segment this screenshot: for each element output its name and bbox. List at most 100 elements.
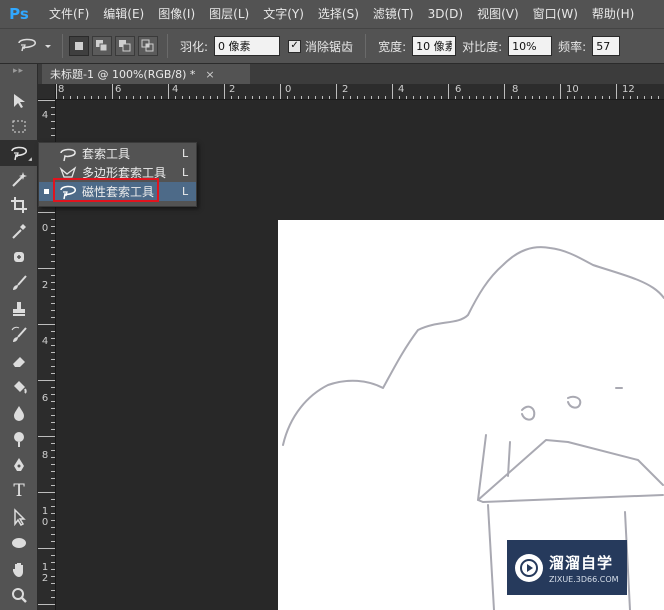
pen-tool[interactable] bbox=[0, 452, 38, 478]
hand-tool[interactable] bbox=[0, 556, 38, 582]
ruler-h-label: 10 bbox=[566, 84, 579, 95]
width-input[interactable] bbox=[412, 36, 457, 56]
ruler-v-label: 4 bbox=[41, 336, 49, 347]
flyout-item-label: 套索工具 bbox=[82, 147, 131, 161]
contrast-input[interactable] bbox=[508, 36, 553, 56]
clone-stamp-tool[interactable] bbox=[0, 296, 38, 322]
eraser-icon bbox=[13, 357, 25, 367]
document-tab[interactable]: 未标题-1 @ 100%(RGB/8) * × bbox=[42, 64, 250, 84]
paint-bucket-icon bbox=[14, 381, 27, 394]
ruler-v-label: 2 bbox=[41, 280, 49, 291]
history-brush-tool[interactable] bbox=[0, 322, 38, 348]
flyout-item-shortcut: L bbox=[182, 185, 189, 198]
subtract-from-selection-button[interactable] bbox=[115, 36, 135, 56]
eyedropper-icon bbox=[12, 224, 26, 239]
path-selection-tool[interactable] bbox=[0, 504, 38, 530]
crop-tool[interactable] bbox=[0, 192, 38, 218]
watermark-title: 溜溜自学 bbox=[549, 553, 614, 572]
antialias-label: 消除锯齿 bbox=[305, 39, 354, 54]
ruler-v-label: 6 bbox=[41, 393, 49, 404]
toolbar-grip[interactable]: ▸▸ bbox=[0, 64, 37, 78]
menu-select[interactable]: 选择(S) bbox=[311, 0, 366, 28]
current-tool-indicator bbox=[44, 189, 49, 194]
flyout-item-lasso[interactable]: 套索工具 L bbox=[39, 144, 196, 163]
blur-tool[interactable] bbox=[0, 400, 38, 426]
options-separator bbox=[167, 34, 168, 58]
menu-3d[interactable]: 3D(D) bbox=[421, 0, 470, 28]
menu-view[interactable]: 视图(V) bbox=[470, 0, 526, 28]
watermark: 溜溜自学 ZIXUE.3D66.COM bbox=[507, 540, 627, 595]
add-to-selection-button[interactable] bbox=[92, 36, 112, 56]
stamp-icon bbox=[13, 302, 25, 316]
add-selection-icon bbox=[96, 40, 108, 52]
photoshop-logo: Ps bbox=[9, 5, 29, 23]
antialias-checkbox[interactable]: ✓ bbox=[288, 39, 302, 53]
lasso-tool[interactable] bbox=[0, 140, 38, 166]
blur-icon bbox=[14, 406, 24, 421]
ruler-v-label: 10 bbox=[41, 506, 49, 528]
ellipse-icon bbox=[12, 538, 26, 548]
marquee-tool[interactable] bbox=[0, 114, 38, 140]
zoom-tool[interactable] bbox=[0, 582, 38, 608]
magnetic-lasso-icon bbox=[11, 146, 28, 161]
ruler-v-label: 4 bbox=[41, 110, 49, 121]
options-bar: 羽化: ✓ 消除锯齿 宽度: 对比度: 频率: bbox=[0, 28, 664, 64]
dodge-tool[interactable] bbox=[0, 426, 38, 452]
options-separator bbox=[365, 34, 367, 58]
menu-type[interactable]: 文字(Y) bbox=[256, 0, 311, 28]
contrast-label: 对比度: bbox=[462, 39, 503, 54]
flyout-item-shortcut: L bbox=[182, 147, 189, 160]
options-separator bbox=[62, 34, 63, 58]
paint-bucket-tool[interactable] bbox=[0, 374, 38, 400]
ruler-h-label: 12 bbox=[622, 84, 635, 95]
eraser-tool[interactable] bbox=[0, 348, 38, 374]
ruler-v-label: 12 bbox=[41, 562, 49, 584]
feather-label: 羽化: bbox=[180, 39, 209, 54]
intersect-selection-icon bbox=[141, 39, 154, 52]
pen-icon bbox=[14, 458, 24, 471]
play-logo-icon bbox=[515, 553, 543, 582]
frequency-input[interactable] bbox=[592, 36, 621, 56]
annotation-highlight-box bbox=[53, 178, 159, 202]
subtract-selection-icon bbox=[119, 40, 131, 52]
type-tool[interactable]: T bbox=[0, 478, 38, 504]
menu-help[interactable]: 帮助(H) bbox=[585, 0, 641, 28]
ruler-h-label: 6 bbox=[455, 84, 462, 95]
move-icon bbox=[14, 94, 25, 108]
frequency-label: 频率: bbox=[558, 39, 587, 54]
path-selection-icon bbox=[14, 508, 26, 526]
magic-wand-tool[interactable] bbox=[0, 166, 38, 192]
tool-preset-picker[interactable] bbox=[10, 33, 56, 59]
menu-edit[interactable]: 编辑(E) bbox=[96, 0, 151, 28]
zoom-icon bbox=[12, 588, 27, 603]
close-icon[interactable]: × bbox=[205, 68, 214, 81]
ruler-h-label: 4 bbox=[398, 84, 405, 95]
width-label: 宽度: bbox=[378, 39, 407, 54]
new-selection-icon bbox=[75, 42, 83, 50]
menu-file[interactable]: 文件(F) bbox=[42, 0, 96, 28]
history-brush-icon bbox=[11, 326, 27, 342]
ruler-origin[interactable] bbox=[38, 84, 56, 100]
document-tab-title: 未标题-1 @ 100%(RGB/8) * bbox=[50, 68, 196, 81]
intersect-selection-button[interactable] bbox=[138, 36, 158, 56]
brush-tool[interactable] bbox=[0, 270, 38, 296]
new-selection-button[interactable] bbox=[69, 36, 89, 56]
document-tab-bar: 未标题-1 @ 100%(RGB/8) * × bbox=[38, 64, 664, 84]
menu-window[interactable]: 窗口(W) bbox=[526, 0, 585, 28]
hand-icon bbox=[13, 563, 23, 577]
ellipse-tool[interactable] bbox=[0, 530, 38, 556]
ruler-h-label: 6 bbox=[115, 84, 122, 95]
healing-brush-tool[interactable] bbox=[0, 244, 38, 270]
move-tool[interactable] bbox=[0, 88, 38, 114]
horizontal-ruler[interactable]: 8 6 4 2 0 2 4 6 8 10 12 bbox=[56, 84, 664, 100]
menu-image[interactable]: 图像(I) bbox=[151, 0, 202, 28]
ruler-h-label: 0 bbox=[285, 84, 292, 95]
ruler-h-label: 4 bbox=[172, 84, 179, 95]
tools-panel: ▸▸ T bbox=[0, 64, 38, 610]
eyedropper-tool[interactable] bbox=[0, 218, 38, 244]
ruler-h-label: 2 bbox=[342, 84, 349, 95]
menu-layer[interactable]: 图层(L) bbox=[202, 0, 256, 28]
tool-group-indicator bbox=[28, 157, 32, 161]
menu-filter[interactable]: 滤镜(T) bbox=[366, 0, 421, 28]
feather-input[interactable] bbox=[214, 36, 281, 56]
